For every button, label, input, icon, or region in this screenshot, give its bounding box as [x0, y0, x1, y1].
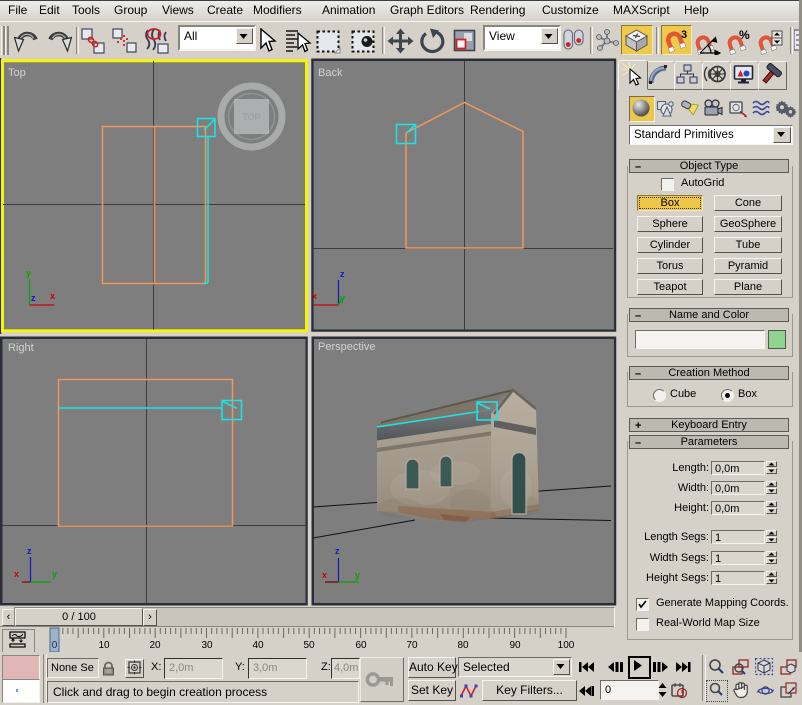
svg-text:20: 20	[149, 640, 161, 651]
svg-text:80: 80	[457, 640, 469, 651]
svg-text:Back: Back	[318, 67, 343, 79]
svg-text:x: x	[322, 570, 327, 580]
svg-text:50: 50	[303, 640, 315, 651]
svg-text:y: y	[340, 293, 345, 303]
svg-text:90: 90	[509, 640, 521, 651]
svg-text:3: 3	[681, 29, 687, 41]
svg-text:y: y	[52, 569, 57, 579]
svg-text:x: x	[14, 569, 19, 579]
svg-text:100: 100	[558, 640, 575, 651]
svg-text:y: y	[26, 268, 31, 278]
svg-text:TOP: TOP	[242, 112, 260, 122]
svg-text:30: 30	[201, 640, 213, 651]
svg-text:40: 40	[252, 640, 264, 651]
svg-text:10: 10	[98, 640, 110, 651]
svg-text:70: 70	[406, 640, 418, 651]
svg-text:x: x	[312, 291, 317, 301]
svg-text:%: %	[739, 28, 750, 42]
svg-text:z: z	[335, 546, 340, 556]
svg-text:Right: Right	[8, 342, 34, 354]
svg-text:z: z	[27, 546, 32, 556]
svg-text:x: x	[50, 291, 55, 301]
svg-text:Top: Top	[8, 67, 26, 79]
svg-text:Perspective: Perspective	[318, 341, 375, 353]
svg-text:0: 0	[52, 640, 58, 651]
svg-text:60: 60	[355, 640, 367, 651]
svg-text:y: y	[355, 570, 360, 580]
svg-text:z: z	[340, 269, 345, 279]
svg-text:z: z	[31, 293, 36, 303]
